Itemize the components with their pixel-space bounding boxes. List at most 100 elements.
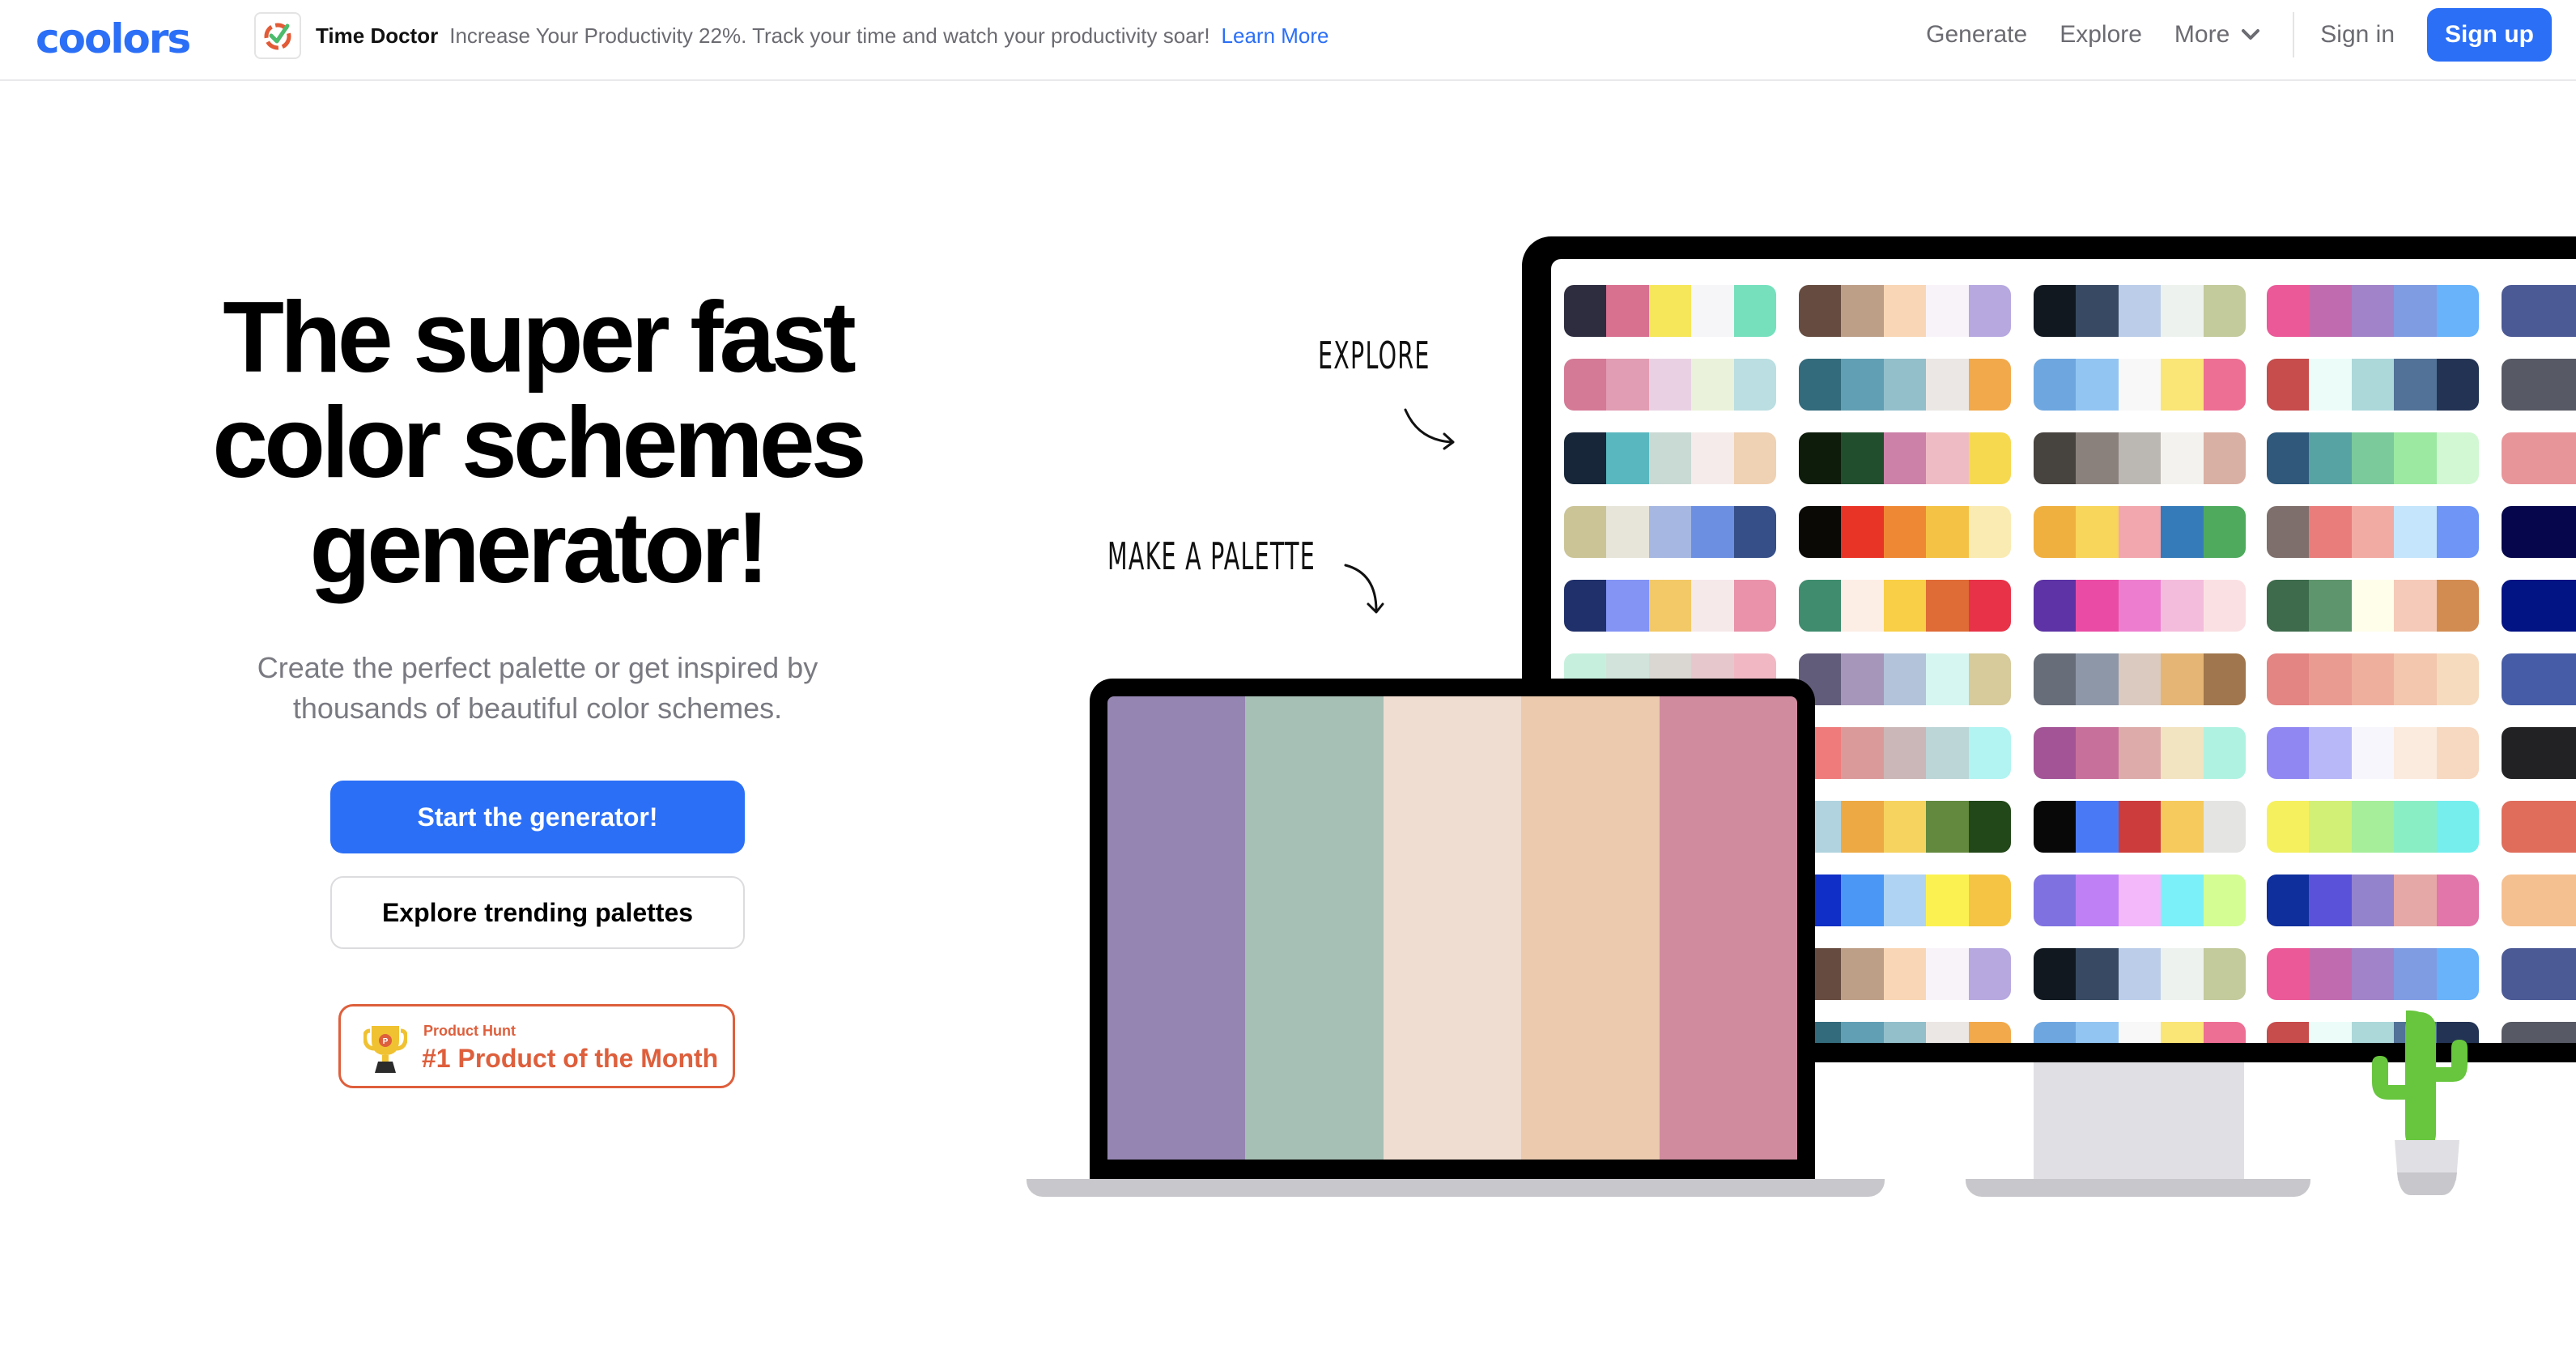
palette-swatch [1926,359,1969,411]
palette-thumbnail [1799,359,2011,411]
palette-swatch [1968,580,2011,632]
palette-swatch [2161,875,2204,926]
palette-swatch [2034,580,2077,632]
palette-swatch [1926,1022,1969,1043]
nav-more-dropdown[interactable]: More [2174,21,2260,49]
palette-swatch [1606,506,1649,558]
laptop-swatch [1245,696,1384,1160]
palette-thumbnail [2034,1022,2246,1043]
palette-swatch [1606,432,1649,484]
palette-swatch [1883,285,1927,337]
palette-swatch [2034,653,2077,705]
sign-up-button[interactable]: Sign up [2427,8,2552,62]
hero-title-line: color schemes [212,387,866,499]
ad-brand-name: Time Doctor [316,23,439,48]
palette-swatch [2351,506,2395,558]
palette-swatch [2436,580,2479,632]
start-generator-button[interactable]: Start the generator! [330,781,745,853]
palette-thumbnail [2267,359,2479,411]
palette-swatch [2436,875,2479,926]
palette-swatch [2034,506,2077,558]
palette-swatch [1968,801,2011,853]
palette-swatch [2267,359,2310,411]
palette-swatch [1883,875,1927,926]
palette-thumbnail [1564,359,1776,411]
palette-thumbnail [1799,506,2011,558]
monitor-stand-base [1966,1179,2310,1197]
palette-swatch [1883,653,1927,705]
palette-swatch [2436,432,2479,484]
palette-swatch [2394,506,2437,558]
palette-swatch [1564,285,1607,337]
palette-thumbnail [2034,432,2246,484]
hero-title-line: The super fast [223,282,857,394]
palette-swatch [1733,359,1776,411]
palette-swatch [2394,801,2437,853]
palette-swatch [2267,432,2310,484]
explore-trending-palettes-button[interactable]: Explore trending palettes [330,876,745,949]
sign-in-link[interactable]: Sign in [2320,21,2395,49]
palette-swatch [2436,506,2479,558]
sponsored-ad[interactable]: Time Doctor Increase Your Productivity 2… [254,11,1329,60]
palette-swatch [1648,359,1692,411]
palette-swatch [2203,580,2246,632]
nav-generate[interactable]: Generate [1926,21,2027,49]
palette-thumbnail [2267,285,2479,337]
palette-swatch [1841,875,1884,926]
palette-thumbnail [2034,727,2246,779]
palette-swatch [2436,801,2479,853]
palette-thumbnail [2034,359,2246,411]
palette-swatch [2267,653,2310,705]
palette-swatch [2118,653,2162,705]
palette-swatch [1799,506,1842,558]
palette-swatch [1648,506,1692,558]
palette-swatch [2267,580,2310,632]
main-nav: Generate Explore More Sign in Sign up [1926,0,2576,70]
palette-swatch [1733,506,1776,558]
palette-swatch [1926,948,1969,1000]
palette-thumbnail [2267,801,2479,853]
nav-explore[interactable]: Explore [2060,21,2142,49]
palette-swatch [1841,285,1884,337]
palette-swatch [1968,653,2011,705]
palette-swatch [2203,801,2246,853]
palette-swatch [2076,948,2119,1000]
palette-swatch [2267,875,2310,926]
palette-swatch [1883,727,1927,779]
laptop-swatch [1659,696,1797,1160]
palette-swatch [1841,653,1884,705]
palette-swatch [2502,727,2576,779]
palette-swatch [1564,359,1607,411]
palette-swatch [1883,580,1927,632]
palette-thumbnail [1799,1022,2011,1043]
palette-swatch [2203,285,2246,337]
palette-swatch [2502,875,2576,926]
palette-thumbnail [1799,948,2011,1000]
palette-swatch [1733,432,1776,484]
ad-learn-more-link[interactable]: Learn More [1222,23,1329,49]
palette-swatch [1883,432,1927,484]
product-of-the-month-label: #1 Product of the Month [422,1044,719,1073]
palette-swatch [1606,580,1649,632]
product-hunt-badge[interactable]: P Product Hunt #1 Product of the Month [338,1004,735,1088]
product-hunt-label: Product Hunt [423,1023,516,1039]
palette-thumbnail [2267,653,2479,705]
palette-swatch [2394,727,2437,779]
palette-swatch [2394,285,2437,337]
palette-thumbnail [2502,653,2576,705]
coolors-logo[interactable]: coolors [36,15,191,63]
palette-swatch [2309,948,2352,1000]
palette-swatch [2502,580,2576,632]
palette-swatch [1841,727,1884,779]
palette-thumbnail [2502,1022,2576,1043]
palette-swatch [2309,727,2352,779]
palette-swatch [1968,285,2011,337]
palette-swatch [2351,653,2395,705]
palette-swatch [2203,506,2246,558]
hero-title-line: generator! [309,492,769,604]
palette-swatch [2076,359,2119,411]
palette-swatch [2502,1022,2576,1043]
palette-swatch [2161,580,2204,632]
palette-swatch [2161,506,2204,558]
palette-swatch [1841,1022,1884,1043]
